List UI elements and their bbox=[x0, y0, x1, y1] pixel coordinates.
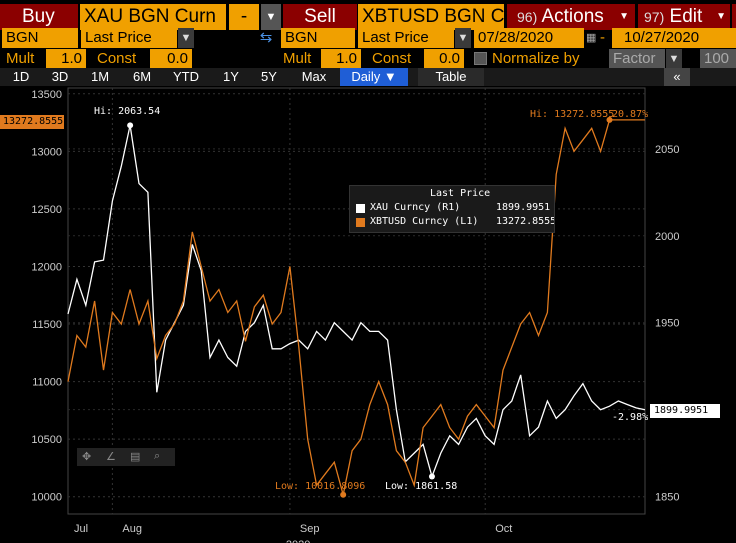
tab-ytd[interactable]: YTD bbox=[166, 68, 206, 86]
left-field-dropdown[interactable]: ▼ bbox=[178, 28, 194, 48]
tab-1y[interactable]: 1Y bbox=[216, 68, 246, 86]
y-left-tick-label: 12000 bbox=[31, 261, 62, 273]
series-line-xau bbox=[67, 125, 646, 479]
last-xbt-tag: 13272.8555 bbox=[0, 115, 64, 129]
actions-label: Actions bbox=[541, 6, 604, 27]
legend-swatch-xau bbox=[356, 204, 365, 213]
y-left-tick-label: 13500 bbox=[31, 89, 62, 101]
left-source-field[interactable]: BGN bbox=[2, 28, 78, 48]
tab-max[interactable]: Max bbox=[294, 68, 334, 86]
normalize-label: Normalize by bbox=[492, 50, 580, 67]
legend-series-xbt: XBTUSD Curncy (L1) bbox=[370, 216, 479, 227]
y-left-tick-label: 11500 bbox=[32, 319, 62, 331]
extra-menu-edge[interactable] bbox=[732, 4, 736, 30]
normalize-checkbox[interactable] bbox=[474, 52, 487, 65]
left-mult-label: Mult bbox=[6, 50, 35, 67]
y-left-tick-label: 13000 bbox=[31, 146, 62, 158]
annotate-icon[interactable]: ▤ bbox=[130, 450, 144, 464]
tab-1d[interactable]: 1D bbox=[6, 68, 36, 86]
left-const-label: Const bbox=[97, 50, 137, 67]
draw-line-icon[interactable]: ∠ bbox=[106, 450, 120, 464]
edit-menu[interactable]: 97) Edit ▼ bbox=[638, 4, 730, 30]
tab-5y[interactable]: 5Y bbox=[254, 68, 284, 86]
table-button[interactable]: Table bbox=[418, 68, 484, 86]
edit-number: 97) bbox=[644, 9, 665, 25]
tab-6m[interactable]: 6M bbox=[126, 68, 158, 86]
x-tick-label-oct: Oct bbox=[495, 523, 512, 535]
left-mult-field[interactable]: 1.0 bbox=[46, 49, 86, 69]
x-sublabel: 2020 bbox=[286, 539, 310, 543]
actions-number: 96) bbox=[517, 9, 538, 25]
legend-series-xau: XAU Curncy (R1) bbox=[370, 202, 461, 213]
right-const-label: Const bbox=[372, 50, 412, 67]
x-tick-label-jul: Jul bbox=[74, 523, 88, 535]
actions-menu[interactable]: 96) Actions ▼ bbox=[507, 4, 635, 30]
chart-legend: Last Price XAU Curncy (R1) 1899.9951 XBT… bbox=[349, 185, 555, 233]
legend-swatch-xbt bbox=[356, 218, 365, 227]
y-left-tick-label: 12500 bbox=[31, 204, 62, 216]
y-right-tick-label: 1950 bbox=[655, 318, 679, 330]
left-const-field[interactable]: 0.0 bbox=[150, 49, 192, 69]
left-security-selector[interactable]: - bbox=[229, 4, 259, 30]
tab-1m[interactable]: 1M bbox=[84, 68, 116, 86]
collapse-button[interactable]: « bbox=[664, 68, 690, 86]
period-selector[interactable]: Daily ▼ bbox=[340, 68, 408, 86]
pct-change-xau: -2.98% bbox=[612, 412, 649, 423]
y-left-tick-label: 10500 bbox=[31, 434, 62, 446]
right-security-field[interactable]: XBTUSD BGN C bbox=[358, 4, 504, 30]
edit-label: Edit bbox=[669, 6, 703, 27]
y-left-tick-label: 10000 bbox=[31, 492, 62, 504]
right-mult-field[interactable]: 1.0 bbox=[321, 49, 361, 69]
last-xau-tag: 1899.9951 bbox=[650, 404, 720, 418]
chevron-down-icon: ▼ bbox=[716, 11, 726, 22]
swap-arrows-icon[interactable]: ⇆ bbox=[254, 28, 278, 48]
sell-button[interactable]: Sell bbox=[283, 4, 357, 30]
start-date-field[interactable]: 07/28/2020 bbox=[474, 28, 584, 48]
normalize-select[interactable]: Factor bbox=[609, 49, 665, 69]
series-line-xbtusd bbox=[67, 119, 645, 495]
y-right-tick-label: 2000 bbox=[655, 231, 679, 243]
marker-low-xbt bbox=[340, 491, 347, 498]
pct-change-xbt: 20.87% bbox=[612, 109, 649, 120]
left-security-field[interactable]: XAU BGN Curn bbox=[80, 4, 226, 30]
normalize-dropdown[interactable]: ▼ bbox=[666, 49, 682, 69]
y-left-tick-label: 11000 bbox=[32, 377, 62, 389]
chart: 10000 10500 11000 11500 12000 12500 13000 13500… bbox=[31, 87, 679, 543]
crosshair-icon[interactable]: ✥ bbox=[82, 450, 96, 464]
side-panel-edge bbox=[726, 86, 736, 386]
x-tick-label-aug: Aug bbox=[122, 523, 142, 535]
y-right-tick-label: 2050 bbox=[655, 144, 679, 156]
date-separator: - bbox=[600, 29, 605, 46]
x-tick-label-sep: Sep bbox=[300, 523, 320, 535]
legend-value-xbt: 13272.8555 bbox=[496, 216, 555, 227]
buy-button[interactable]: Buy bbox=[0, 4, 78, 30]
factor-field[interactable]: 100 bbox=[700, 49, 736, 69]
y-right-tick-label: 1850 bbox=[655, 492, 679, 504]
right-field-dropdown[interactable]: ▼ bbox=[455, 28, 471, 48]
calendar-icon[interactable]: ▦ bbox=[586, 30, 598, 46]
right-const-field[interactable]: 0.0 bbox=[424, 49, 464, 69]
tab-3d[interactable]: 3D bbox=[44, 68, 76, 86]
hi-xbt-label: Hi: 13272.8555 bbox=[530, 109, 615, 120]
right-field-select[interactable]: Last Price bbox=[358, 28, 454, 48]
legend-title: Last Price bbox=[430, 188, 491, 199]
right-source-field[interactable]: BGN bbox=[281, 28, 355, 48]
low-xbt-label: Low: 10016.8096 bbox=[275, 481, 366, 492]
zoom-icon[interactable]: ⌕ bbox=[154, 450, 168, 464]
chevron-down-icon: ▼ bbox=[619, 11, 629, 22]
right-mult-label: Mult bbox=[283, 50, 312, 67]
end-date-field[interactable]: 10/27/2020 bbox=[612, 28, 736, 48]
left-security-dropdown[interactable]: ▼ bbox=[261, 4, 281, 30]
legend-value-xau: 1899.9951 bbox=[496, 202, 551, 213]
marker-hi-xau bbox=[127, 122, 134, 129]
hi-xau-label: Hi: 2063.54 bbox=[94, 106, 161, 117]
marker-low-xau bbox=[428, 473, 435, 480]
left-field-select[interactable]: Last Price bbox=[81, 28, 177, 48]
low-xau-label: Low: 1861.58 bbox=[385, 481, 458, 492]
